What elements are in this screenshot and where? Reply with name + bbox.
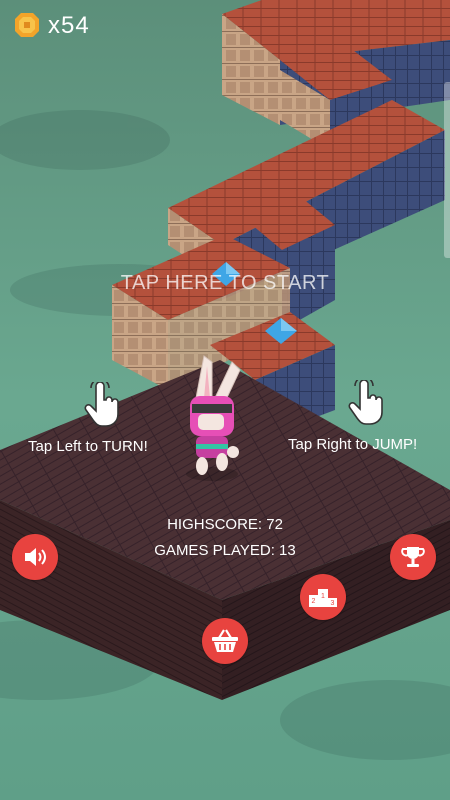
basket-icon: [212, 629, 238, 652]
coin-icon: [15, 13, 39, 37]
turn-hint: Tap Left to TURN!: [28, 438, 148, 455]
svg-text:2: 2: [312, 598, 316, 605]
speaker-icon: [25, 548, 46, 566]
tap-hand-icon: [84, 382, 119, 427]
sound-toggle-button[interactable]: [12, 534, 58, 580]
shop-button[interactable]: [202, 618, 248, 664]
achievements-button[interactable]: [390, 534, 436, 580]
svg-text:1: 1: [321, 593, 325, 600]
tap-hand-icon: [348, 380, 383, 425]
games-played-label: GAMES PLAYED: 13: [154, 542, 296, 559]
screen-edge-tab: [444, 82, 450, 258]
trophy-icon: [401, 547, 425, 567]
coin-count: x54: [48, 12, 90, 39]
jump-hint: Tap Right to JUMP!: [288, 436, 418, 453]
svg-text:3: 3: [331, 600, 335, 607]
leaderboard-button[interactable]: 1 2 3: [300, 574, 346, 620]
tap-to-start-button[interactable]: TAP HERE TO START: [0, 272, 450, 295]
highscore-label: HIGHSCORE: 72: [167, 516, 283, 533]
podium-icon: 1 2 3: [309, 589, 337, 607]
